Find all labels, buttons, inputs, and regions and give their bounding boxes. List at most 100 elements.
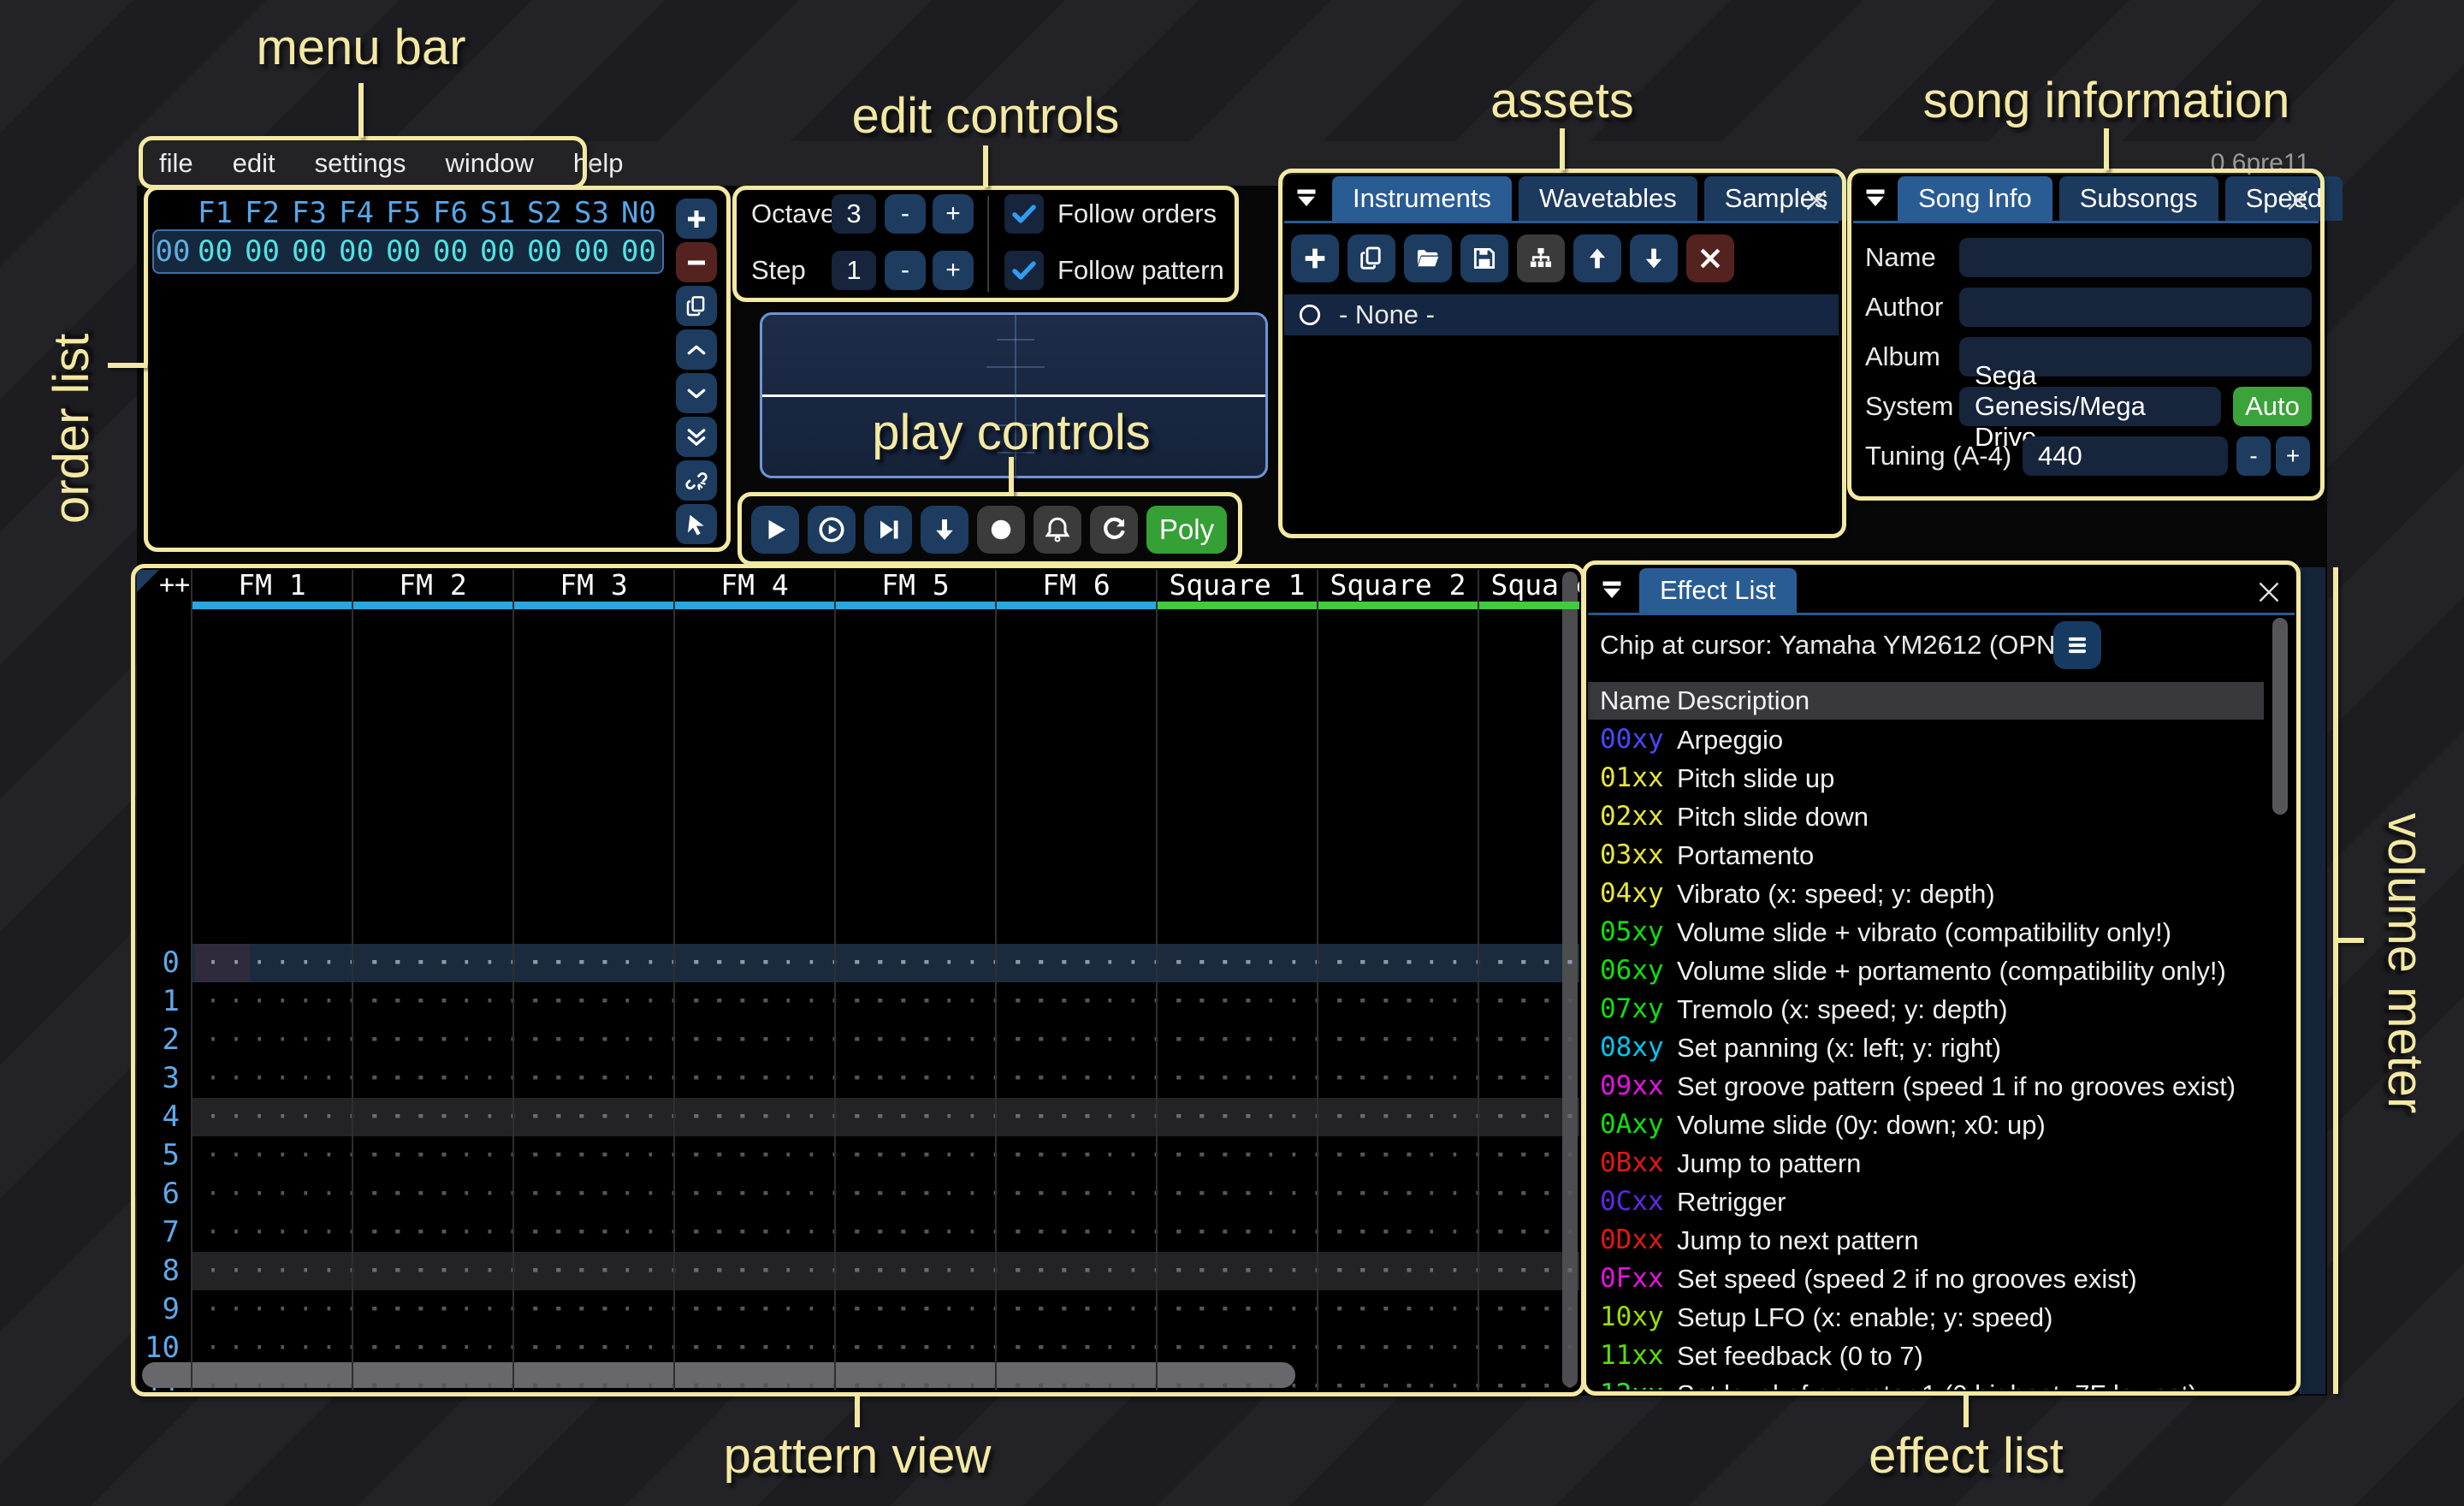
pattern-cell[interactable]: ··········· [1478, 1290, 1579, 1329]
order-cell[interactable]: 00 [245, 232, 280, 271]
pattern-cell[interactable]: ··········· [674, 1290, 835, 1329]
pattern-cell[interactable]: ··········· [1318, 1290, 1478, 1329]
channel-header[interactable]: FM 5 [835, 570, 996, 601]
pattern-cell[interactable]: ··········· [996, 944, 1157, 982]
pattern-cell[interactable]: ··········· [1478, 944, 1579, 982]
duplicate-order-button[interactable] [676, 286, 717, 326]
pattern-cell[interactable]: ··········· [835, 1021, 996, 1059]
tuning-plus-button[interactable]: + [2276, 436, 2310, 476]
pattern-cell[interactable]: ··········· [513, 1290, 674, 1329]
pattern-cell[interactable]: ··········· [1478, 1252, 1579, 1290]
order-cell[interactable]: 00 [198, 232, 233, 271]
pattern-cell[interactable]: ··········· [674, 1175, 835, 1213]
tab-wavetables[interactable]: Wavetables [1519, 176, 1697, 221]
pattern-cell[interactable]: ··········· [352, 1290, 513, 1329]
pattern-cell[interactable]: ··········· [1318, 1213, 1478, 1252]
pattern-cell[interactable]: ··········· [1318, 944, 1478, 982]
name-field[interactable] [1959, 238, 2312, 277]
octave-plus-button[interactable]: + [933, 194, 974, 234]
order-row[interactable]: 0000000000000000000000 [154, 232, 662, 271]
pattern-cell[interactable]: ··········· [674, 1367, 835, 1390]
move-asset-down-button[interactable] [1630, 234, 1678, 282]
order-change-all-button[interactable] [676, 417, 717, 457]
order-cell[interactable]: 00 [574, 232, 609, 271]
pattern-cell[interactable]: ··········· [1318, 1098, 1478, 1136]
play-button[interactable] [751, 506, 799, 554]
order-cell[interactable]: 00 [433, 232, 468, 271]
pattern-cell[interactable]: ··········· [513, 1213, 674, 1252]
pattern-cell[interactable]: ··········· [513, 1367, 674, 1390]
follow-orders-label[interactable]: Follow orders [1057, 194, 1217, 234]
channel-header[interactable]: FM 4 [674, 570, 835, 601]
delete-asset-button[interactable] [1686, 234, 1734, 282]
open-asset-button[interactable] [1404, 234, 1452, 282]
pattern-cell[interactable]: ··········· [996, 1175, 1157, 1213]
pattern-cell[interactable]: ··········· [513, 1021, 674, 1059]
duplicate-asset-button[interactable] [1348, 234, 1395, 282]
pattern-cell[interactable]: ··········· [192, 1021, 352, 1059]
pattern-cell[interactable]: ··········· [352, 1059, 513, 1098]
pattern-cell[interactable]: ··········· [192, 1098, 352, 1136]
pattern-cell[interactable]: ··········· [1318, 1059, 1478, 1098]
pattern-cell[interactable]: ··········· [835, 1252, 996, 1290]
pattern-cell[interactable]: ··········· [1157, 1098, 1318, 1136]
pattern-cell[interactable]: ··········· [1478, 1098, 1579, 1136]
pattern-cell[interactable]: ··········· [996, 1367, 1157, 1390]
order-cell[interactable]: 00 [386, 232, 421, 271]
pattern-cell[interactable]: ··········· [1318, 1329, 1478, 1367]
save-asset-button[interactable] [1460, 234, 1508, 282]
pattern-cell[interactable]: ··········· [1157, 1329, 1318, 1367]
pattern-cell[interactable]: ··········· [352, 1213, 513, 1252]
pattern-cell[interactable]: ··········· [513, 1098, 674, 1136]
pattern-cell[interactable]: ··········· [674, 1136, 835, 1175]
tab-subsongs[interactable]: Subsongs [2059, 176, 2218, 221]
play-from-cursor-button[interactable] [808, 506, 856, 554]
step-down-button[interactable] [921, 506, 968, 554]
effect-list-scrollbar[interactable] [2272, 618, 2288, 815]
pattern-cell[interactable]: ··········· [1478, 1213, 1579, 1252]
pattern-cell[interactable]: ··········· [513, 1136, 674, 1175]
pattern-cell[interactable]: ··········· [835, 944, 996, 982]
pattern-cell[interactable]: ··········· [674, 1098, 835, 1136]
pattern-cell[interactable]: ··········· [996, 1252, 1157, 1290]
pattern-cell[interactable]: ··········· [674, 1213, 835, 1252]
channel-header[interactable]: FM 6 [996, 570, 1157, 601]
auto-system-button[interactable]: Auto [2233, 387, 2312, 426]
menu-item-edit[interactable]: edit [233, 141, 275, 186]
pattern-cell[interactable]: ··········· [352, 1329, 513, 1367]
pattern-cell[interactable]: ··········· [192, 1290, 352, 1329]
author-field[interactable] [1959, 288, 2312, 327]
pattern-cell[interactable]: ··········· [352, 1136, 513, 1175]
pattern-cell[interactable]: ··········· [996, 1059, 1157, 1098]
pattern-cell[interactable]: ··········· [1318, 1021, 1478, 1059]
pattern-cell[interactable]: ··········· [835, 1213, 996, 1252]
pattern-cell[interactable]: ··········· [1478, 1175, 1579, 1213]
step-value[interactable]: 1 [832, 251, 876, 290]
pattern-cell[interactable]: ··········· [996, 1136, 1157, 1175]
stop-button[interactable] [977, 506, 1025, 554]
pattern-cell[interactable]: ··········· [674, 982, 835, 1021]
menu-item-help[interactable]: help [573, 141, 624, 186]
pattern-corner-expand[interactable]: ++ [159, 570, 190, 601]
repeat-pattern-button[interactable] [1090, 506, 1138, 554]
collapse-icon[interactable] [1860, 183, 1891, 214]
pattern-cell[interactable]: ··········· [835, 1136, 996, 1175]
pattern-cell[interactable]: ··········· [996, 1098, 1157, 1136]
pattern-cell[interactable]: ··········· [996, 982, 1157, 1021]
pattern-cell[interactable]: ··········· [352, 982, 513, 1021]
deep-clone-order-button[interactable] [676, 460, 717, 501]
pattern-cell[interactable]: ··········· [1478, 1059, 1579, 1098]
move-asset-up-button[interactable] [1573, 234, 1621, 282]
follow-pattern-checkbox[interactable] [1004, 251, 1044, 290]
pattern-cell[interactable]: ··········· [1157, 1367, 1318, 1390]
tuning-minus-button[interactable]: - [2236, 436, 2271, 476]
pattern-cell[interactable]: ··········· [674, 1329, 835, 1367]
pattern-cell[interactable]: ··········· [513, 1252, 674, 1290]
follow-pattern-label[interactable]: Follow pattern [1057, 251, 1224, 290]
move-order-down-button[interactable] [676, 373, 717, 413]
pattern-cell[interactable]: ··········· [1157, 1252, 1318, 1290]
pattern-cell[interactable]: ··········· [1478, 1329, 1579, 1367]
pattern-cell[interactable]: ··········· [513, 944, 674, 982]
step-minus-button[interactable]: - [885, 251, 926, 290]
pattern-cell[interactable]: ··········· [835, 1290, 996, 1329]
